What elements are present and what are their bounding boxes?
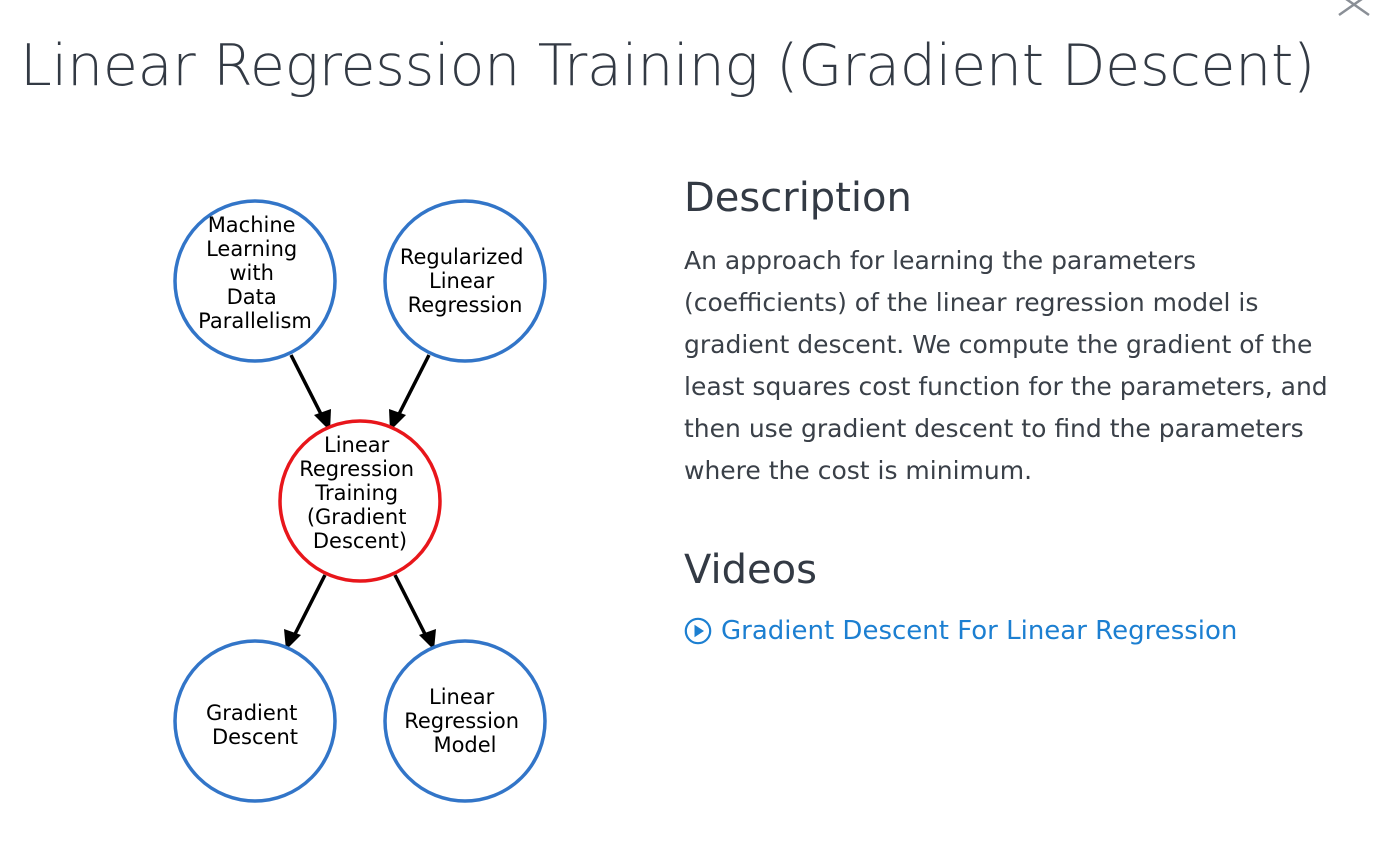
graph-node-linear-regression-training-current[interactable]: Linear Regression Training (Gradient Des… <box>278 419 442 583</box>
edge-training-to-regression-model <box>393 574 430 641</box>
graph-node-gradient-descent[interactable]: Gradient Descent <box>173 639 337 803</box>
description-heading: Description <box>684 175 912 221</box>
graph-node-linear-regression-model[interactable]: Linear Regression Model <box>383 639 547 803</box>
edge-training-to-gradient-descent <box>290 574 327 641</box>
node-label: Gradient Descent <box>206 701 304 749</box>
details-panel: Description An approach for learning the… <box>684 170 1364 646</box>
play-circle-icon <box>684 617 712 645</box>
dependency-graph: Machine Learning with Data Parallelism R… <box>173 199 547 803</box>
video-link-gradient-descent[interactable]: Gradient Descent For Linear Regression <box>684 616 1364 646</box>
description-text: An approach for learning the parameters … <box>684 246 1328 485</box>
close-button[interactable] <box>1334 0 1374 20</box>
edge-ml-parallelism-to-training <box>289 354 326 421</box>
close-icon <box>1338 0 1370 17</box>
video-link-label: Gradient Descent For Linear Regression <box>721 616 1238 646</box>
graph-node-machine-learning-data-parallelism[interactable]: Machine Learning with Data Parallelism <box>173 199 337 363</box>
edge-regularized-to-training <box>394 354 431 421</box>
graph-node-regularized-linear-regression[interactable]: Regularized Linear Regression <box>383 199 547 363</box>
videos-heading: Videos <box>684 547 817 593</box>
